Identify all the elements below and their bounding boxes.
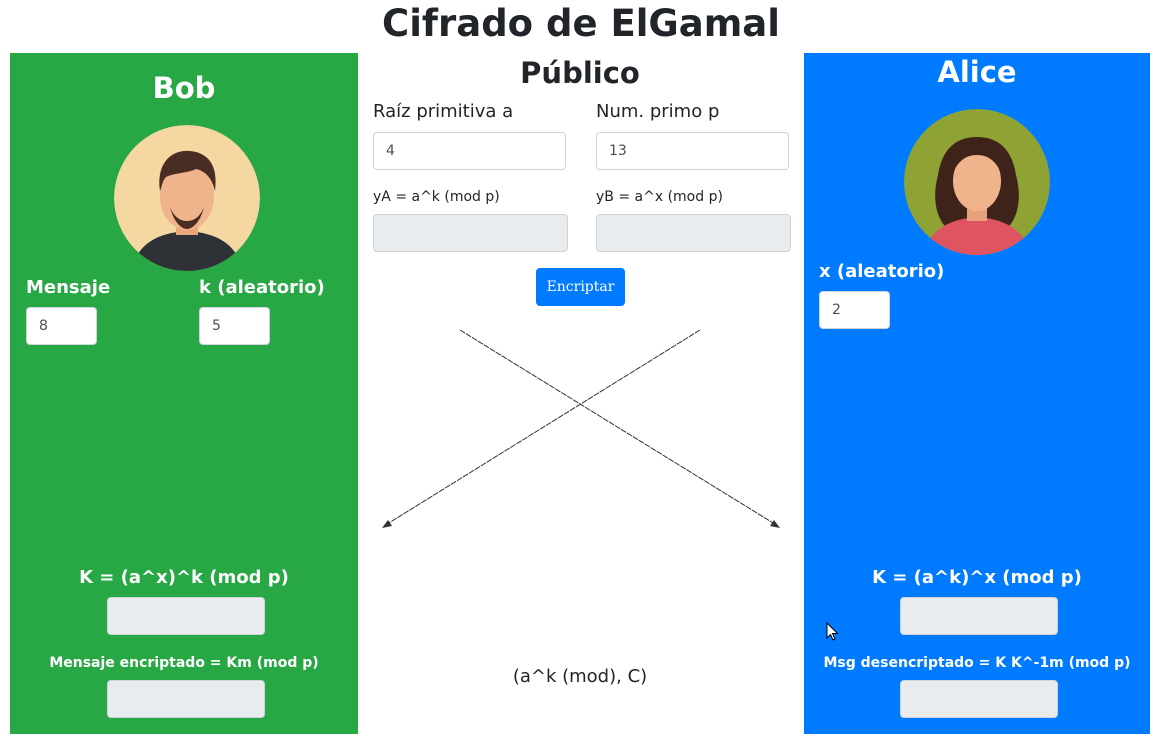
- public-title: Público: [520, 56, 640, 90]
- root-input[interactable]: [373, 132, 566, 170]
- yb-label: yB = a^x (mod p): [596, 189, 723, 205]
- ya-field: [373, 214, 568, 252]
- alice-x-label: x (aleatorio): [819, 261, 945, 282]
- bob-message-input[interactable]: [26, 307, 97, 345]
- bob-panel: Bob Mensaje k (aleatorio) K = (a^x)^k (m…: [10, 53, 358, 734]
- bob-k-input[interactable]: [199, 307, 270, 345]
- alice-avatar-icon: [904, 109, 1050, 255]
- mouse-pointer-icon: [826, 622, 839, 641]
- exchange-arrows: [382, 329, 780, 528]
- yb-field: [596, 214, 791, 252]
- ya-label: yA = a^k (mod p): [373, 189, 500, 205]
- bob-avatar-icon: [114, 125, 260, 271]
- bob-k-label: k (aleatorio): [199, 277, 325, 298]
- alice-x-input[interactable]: [819, 291, 890, 329]
- bob-title: Bob: [152, 71, 216, 105]
- prime-label: Num. primo p: [596, 101, 720, 122]
- alice-title: Alice: [937, 55, 1017, 89]
- bob-shared-key-label: K = (a^x)^k (mod p): [79, 567, 289, 588]
- bob-encrypted-label: Mensaje encriptado = Km (mod p): [49, 655, 319, 671]
- root-label: Raíz primitiva a: [373, 101, 514, 122]
- arrow-right-head-icon: [770, 520, 780, 528]
- bob-encrypted-field: [107, 680, 265, 718]
- bob-shared-key-field: [107, 597, 265, 635]
- prime-input[interactable]: [596, 132, 789, 170]
- alice-decrypted-label: Msg desencriptado = K K^-1m (mod p): [823, 655, 1131, 671]
- arrow-left-head-icon: [382, 520, 392, 528]
- encrypt-button[interactable]: Encriptar: [536, 268, 625, 306]
- alice-panel: Alice x (aleatorio) K = (a^k)^x (mod p) …: [804, 53, 1150, 734]
- page-title: Cifrado de ElGamal: [382, 2, 780, 45]
- elgamal-page: Cifrado de ElGamal Bob Mensaje k (aleato…: [0, 0, 1162, 739]
- bob-message-label: Mensaje: [26, 277, 111, 298]
- alice-shared-key-field: [900, 597, 1058, 635]
- alice-shared-key-label: K = (a^k)^x (mod p): [872, 567, 1082, 588]
- transit-label: (a^k (mod), C): [512, 666, 648, 687]
- alice-decrypted-field: [900, 680, 1058, 718]
